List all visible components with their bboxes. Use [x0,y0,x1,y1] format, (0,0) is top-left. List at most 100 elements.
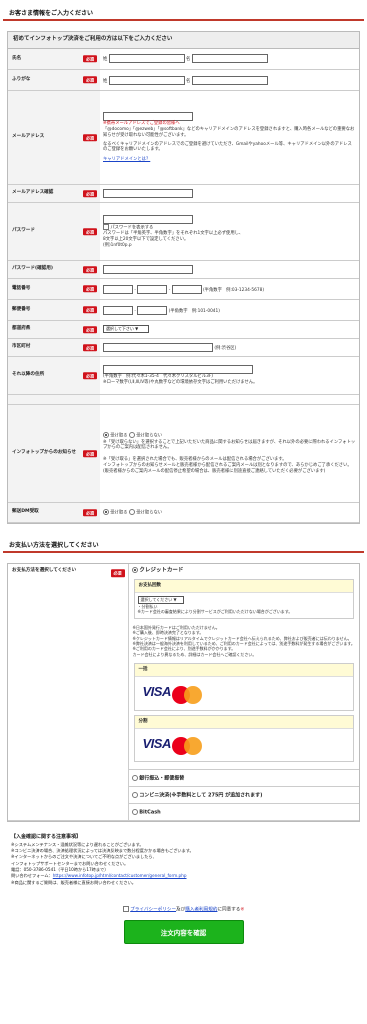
required-badge: 必須 [83,325,97,334]
first-name-input[interactable] [191,54,268,64]
bitcash-radio[interactable] [131,808,138,815]
privacy-agreement: プライバシーポリシー及び購入者利用規約に同意する※ [0,905,367,914]
email-input[interactable] [103,112,193,122]
carrier-domain-link[interactable]: キャリアドメインとは？ [103,157,356,163]
row-city: 市区町村 必須 (例:渋谷区) [8,338,359,358]
zip-label: 郵便番号 [12,306,31,312]
required-badge: 必須 [110,569,125,577]
required-badge: 必須 [83,133,97,142]
row-password-confirm: パスワード(確認用) 必須 [8,260,359,280]
privacy-mid: 及び [176,907,186,913]
dm-decline-radio[interactable] [128,508,135,515]
contact-form-link[interactable]: https://www.infotop.jp/html/contact/cust… [53,873,187,878]
decline-label: 受け取らない [136,433,163,439]
required-badge: 必須 [83,449,97,458]
mei-label: 名 [186,57,191,63]
required-badge: 必須 [83,343,97,352]
dash: - [134,308,136,314]
tel-input-2[interactable] [137,284,168,294]
chevron-down-icon: ▼ [173,597,177,603]
installment-note-2: ※カード会社の審査結果により分割サービスがご利用いただけない場合がございます。 [137,609,293,615]
privacy-policy-link[interactable]: プライバシーポリシー [130,907,176,912]
spacer-label [8,394,100,406]
city-label: 市区町村 [12,344,31,350]
required-badge: 必須 [83,306,97,314]
lump-sum-box: 一括 VISA [133,663,354,711]
bank-transfer-radio[interactable] [131,774,138,781]
agree-checkbox[interactable] [122,905,129,912]
first-kana-input[interactable] [191,75,268,85]
required-badge: 必須 [83,508,97,517]
row-mail-dm: 郵送DM受取 必須 受け取る 受け取らない [8,502,359,524]
lump-sum-label: 一括 [134,664,353,678]
customer-subhead: 初めてインフォトップ決済をご利用の方は以下をご入力ください [8,32,359,49]
address-hint-2: ※ローマ数字(Ⅰ,Ⅱ,Ⅲ,Ⅳ等)や丸数字などの環境依存文字はご利用いただけません… [103,380,258,386]
dm-receive-radio[interactable] [103,508,109,515]
row-zip: 郵便番号 必須 - (半角数字 例:101-0041) [8,299,359,322]
row-furigana: ふりがな 必須 姓 名 [8,69,359,92]
customer-form: 初めてインフォトップ決済をご利用の方は以下をご入力ください 氏名 必須 姓 名 ふ… [7,31,360,525]
mail-dm-label: 郵送DM受取 [12,509,39,515]
newsletter-note-3: インフォトップからのお知らせメールと販売者様から配信されるご案内メールは別となり… [103,463,352,469]
sei-label: 姓 [103,78,108,84]
pref-select-value: 選択して下さい [106,326,134,332]
row-address: それ以降の住所 必須 (半角数字 例:代々木1-35-4 代々木クリスタルビル3F… [8,356,359,396]
convenience-store-radio[interactable] [131,791,138,798]
card-note-6: カード会社により異なるため、詳細はカード会社へご確認ください。 [132,651,257,657]
furigana-label: ふりがな [12,76,31,82]
name-label: 氏名 [12,55,22,61]
visa-logo: VISA [142,684,172,700]
split-label: 分割 [134,715,353,729]
payment-method-label: お支払方法を選択してください [12,568,77,574]
credit-card-radio[interactable] [131,567,138,574]
tel-label: 電話番号 [12,285,31,291]
tel-input-1[interactable] [103,284,133,294]
last-kana-input[interactable] [108,75,185,85]
customer-table: 氏名 必須 姓 名 ふりがな 必須 姓 名 メールアドレス 必須 ※携帯メールアドレス… [8,48,359,524]
confirm-order-button[interactable]: 注文内容を確認 [123,919,244,944]
zip-input-1[interactable] [103,305,133,315]
zip-input-2[interactable] [137,305,168,315]
terms-link[interactable]: 購入者利用規約 [185,907,217,912]
installment-select[interactable]: 選択してください ▼ [137,596,184,605]
password-confirm-label: パスワード(確認用) [12,266,53,272]
required-badge: 必須 [83,265,97,274]
visa-logo: VISA [142,735,172,751]
installment-select-value: 選択してください [140,597,173,603]
email-confirm-input[interactable] [103,189,193,199]
zip-hint: (半角数字 例:101-0041) [168,308,220,314]
chevron-down-icon: ▼ [135,326,139,332]
row-tel: 電話番号 必須 - - (半角数字 例:03-1234-5678) [8,278,359,301]
password-confirm-input[interactable] [103,265,193,275]
convenience-store-label: コンビニ決済(※手数料として 275円 が追加されます) [139,792,263,799]
last-name-input[interactable] [108,54,185,64]
email-note-2: なるべくキャリアドメインのアドレスでのご登録を避けていただき、Gmailやyah… [103,141,352,153]
decline-label: 受け取らない [136,510,163,516]
password-input[interactable] [103,214,193,224]
newsletter-decline-radio[interactable] [128,432,135,439]
notice-line-6: ※商品に関するご質問は、販売者様に直接お問い合わせください。 [11,879,136,885]
required-badge: 必須 [83,285,97,293]
newsletter-receive-radio[interactable] [103,432,109,439]
city-hint: (例:渋谷区) [214,346,237,352]
tel-hint: (半角数字 例:03-1234-5678) [203,287,265,293]
mastercard-icon [172,737,203,756]
required-badge: 必須 [83,55,97,63]
address-input[interactable] [103,365,253,375]
dash: - [168,287,171,293]
split-box: 分割 VISA [133,714,354,763]
pref-select[interactable]: 選択して下さい ▼ [103,325,149,334]
address-label: それ以降の住所 [12,372,45,378]
show-password-checkbox[interactable] [103,223,109,230]
tel-input-3[interactable] [171,284,202,294]
email-label: メールアドレス [12,134,45,140]
spacer-cell [100,394,359,406]
credit-card-label: クレジットカード [139,567,184,574]
row-password: パスワード 必須 パスワードを表示する パスワードは「半角英字、半角数字」をそれぞ… [8,202,359,262]
city-input[interactable] [103,343,213,353]
show-password-label: パスワードを表示する [110,225,154,231]
newsletter-note-4: (販売者様からのご案内メールの配信停止希望の場合は、販売者様に別途直接ご連絡して… [103,468,326,474]
payment-table: お支払方法を選択してください 必須 クレジットカード お支払回数 選択してください… [8,564,359,822]
dash: - [134,287,136,293]
payment-form: お支払方法を選択してください 必須 クレジットカード お支払回数 選択してください… [7,563,360,823]
